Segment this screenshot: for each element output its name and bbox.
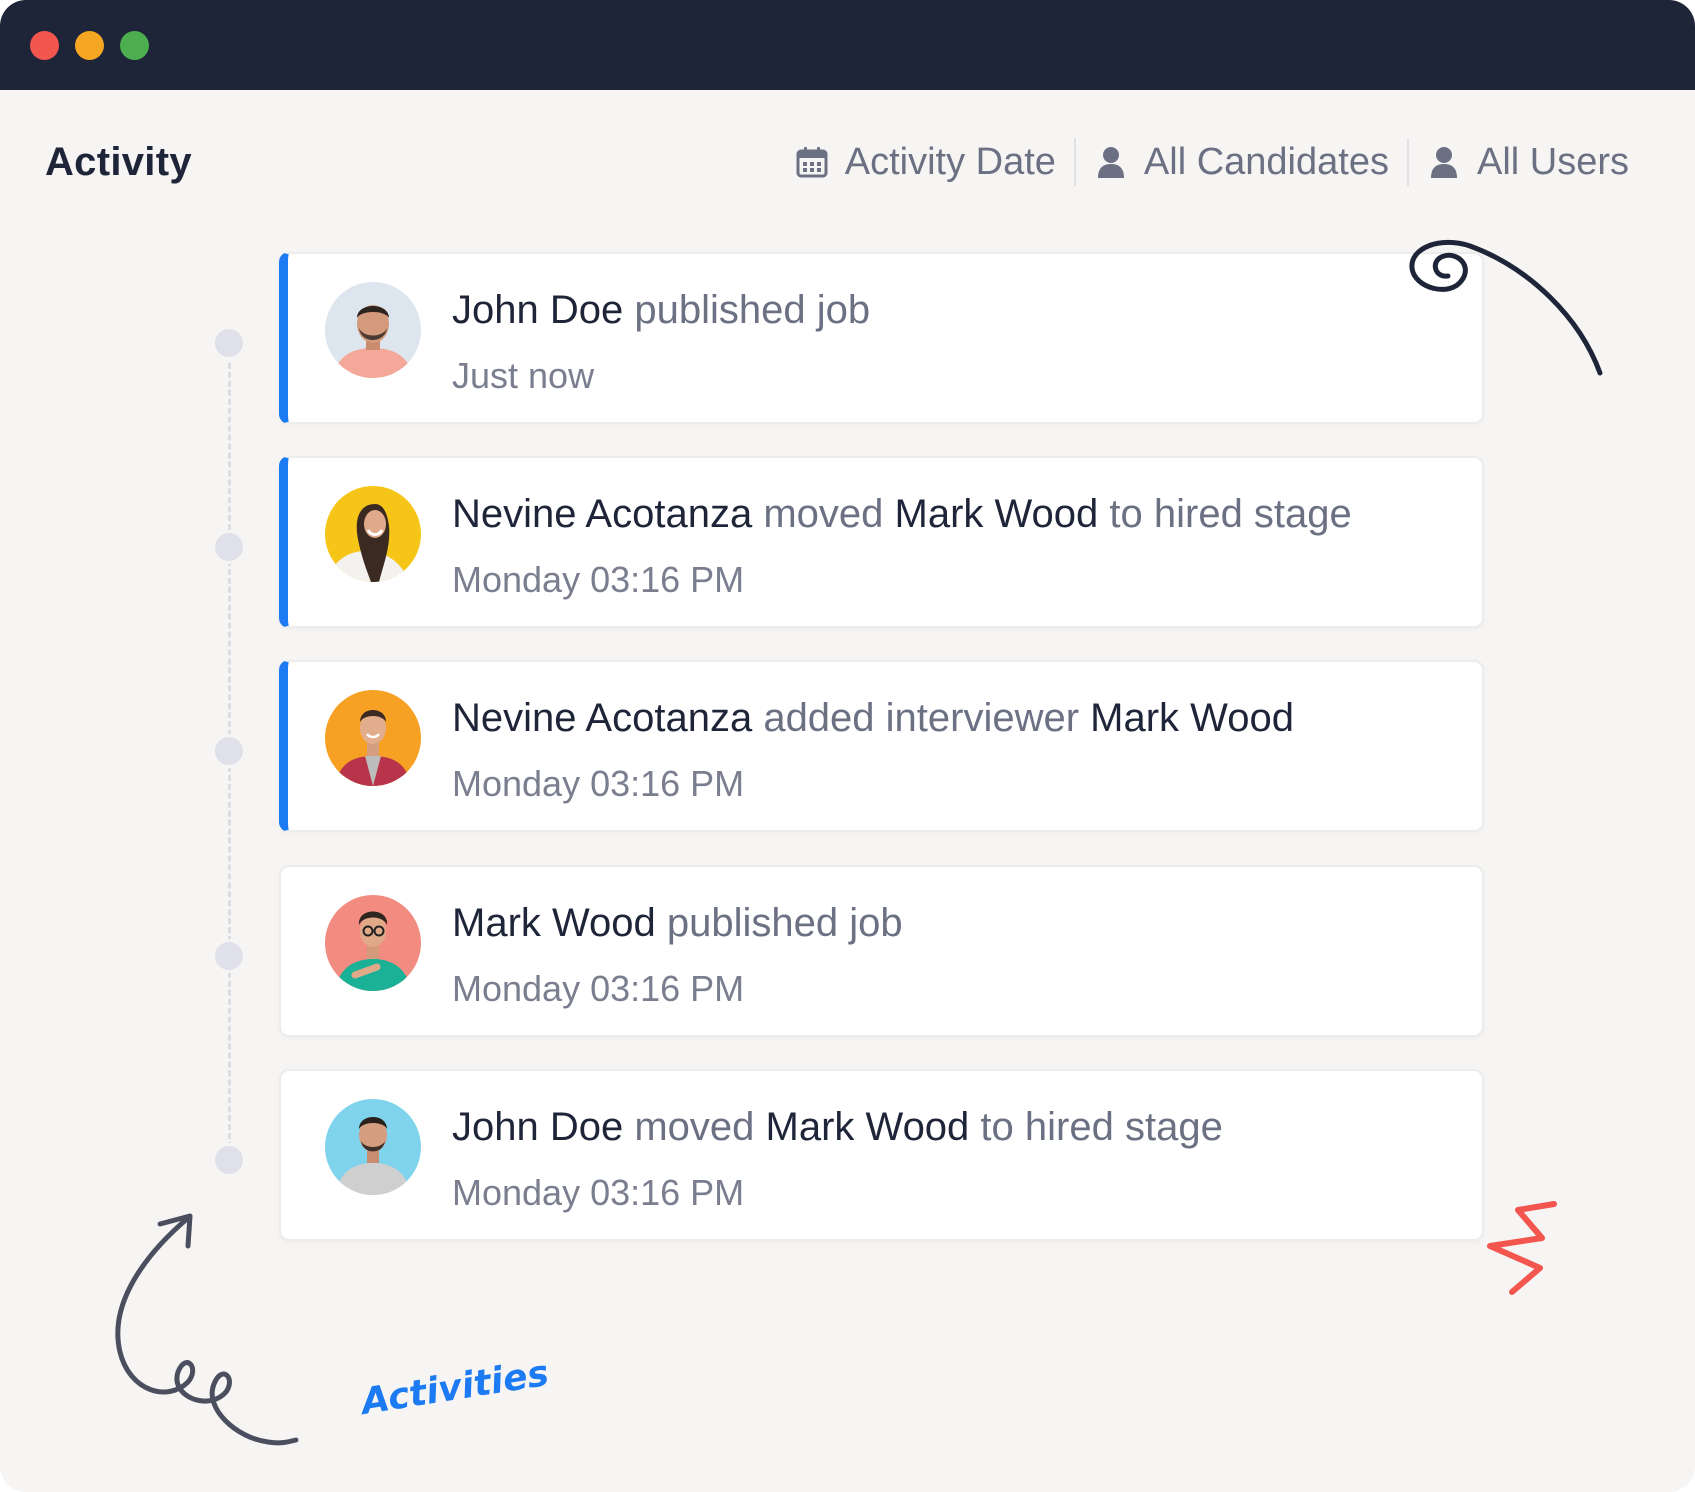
activity-action: added interviewer: [752, 696, 1091, 740]
user-icon: [1094, 145, 1128, 179]
activity-action: moved: [623, 1105, 766, 1149]
activity-action: published job: [655, 901, 903, 945]
avatar: [325, 282, 421, 378]
avatar: [325, 486, 421, 582]
avatar: [325, 690, 421, 786]
filter-bar: Activity Date All Candidates All Users: [777, 136, 1647, 188]
timeline-dot: [212, 939, 246, 973]
app-window: Activity Activity Date All Candidates Al…: [0, 0, 1695, 1492]
filter-activity-date-label: Activity Date: [844, 140, 1056, 183]
activity-actor: John Doe: [452, 288, 624, 332]
filter-all-users[interactable]: All Users: [1409, 141, 1647, 184]
activity-time: Just now: [452, 355, 595, 396]
swirl-doodle-icon: [1409, 240, 1603, 376]
activity-card[interactable]: Nevine Acotanza added interviewer Mark W…: [279, 660, 1484, 832]
activity-actor: John Doe: [452, 1105, 624, 1149]
activity-time: Monday 03:16 PM: [452, 1172, 745, 1213]
activities-annotation-label: Activities: [358, 1352, 552, 1423]
avatar: [325, 1099, 421, 1195]
calendar-icon: [795, 145, 829, 179]
activity-description: Nevine Acotanza added interviewer Mark W…: [452, 696, 1294, 741]
title-bar: [0, 0, 1695, 90]
activity-description: John Doe published job: [452, 288, 870, 333]
activity-action: moved: [752, 492, 895, 536]
activity-actor: Mark Wood: [452, 901, 656, 945]
activity-time: Monday 03:16 PM: [452, 968, 745, 1009]
activity-card[interactable]: Nevine Acotanza moved Mark Wood to hired…: [279, 456, 1484, 628]
activity-action: published job: [623, 288, 871, 332]
scribble-doodle-icon: [1487, 1201, 1557, 1295]
activity-description: John Doe moved Mark Wood to hired stage: [452, 1105, 1223, 1150]
close-window-button[interactable]: [30, 31, 59, 60]
activity-description: Mark Wood published job: [452, 901, 903, 946]
filter-all-users-label: All Users: [1476, 140, 1629, 183]
filter-all-candidates[interactable]: All Candidates: [1076, 141, 1407, 184]
activity-card[interactable]: Mark Wood published job Monday 03:16 PM: [279, 865, 1484, 1037]
activity-actor: Nevine Acotanza: [452, 696, 753, 740]
activity-target: Mark Wood: [894, 492, 1099, 536]
activity-time: Monday 03:16 PM: [452, 763, 745, 804]
avatar: [325, 895, 421, 991]
filter-activity-date[interactable]: Activity Date: [777, 141, 1074, 184]
activity-target: Mark Wood: [765, 1105, 970, 1149]
timeline-dot: [212, 1143, 246, 1177]
filter-all-candidates-label: All Candidates: [1143, 140, 1389, 183]
user-icon: [1427, 145, 1461, 179]
activity-detail: to hired stage: [1098, 492, 1352, 536]
maximize-window-button[interactable]: [120, 31, 149, 60]
minimize-window-button[interactable]: [75, 31, 104, 60]
page-title: Activity: [45, 140, 192, 184]
timeline-dot: [212, 530, 246, 564]
activity-description: Nevine Acotanza moved Mark Wood to hired…: [452, 492, 1352, 537]
activity-card[interactable]: John Doe published job Just now: [279, 252, 1484, 424]
timeline-dot: [212, 734, 246, 768]
activity-card[interactable]: John Doe moved Mark Wood to hired stage …: [279, 1069, 1484, 1241]
timeline-dot: [212, 326, 246, 360]
activity-actor: Nevine Acotanza: [452, 492, 753, 536]
activity-detail: to hired stage: [969, 1105, 1223, 1149]
activity-time: Monday 03:16 PM: [452, 559, 745, 600]
curly-arrow-doodle-icon: [115, 1213, 299, 1446]
activity-target: Mark Wood: [1090, 696, 1294, 740]
